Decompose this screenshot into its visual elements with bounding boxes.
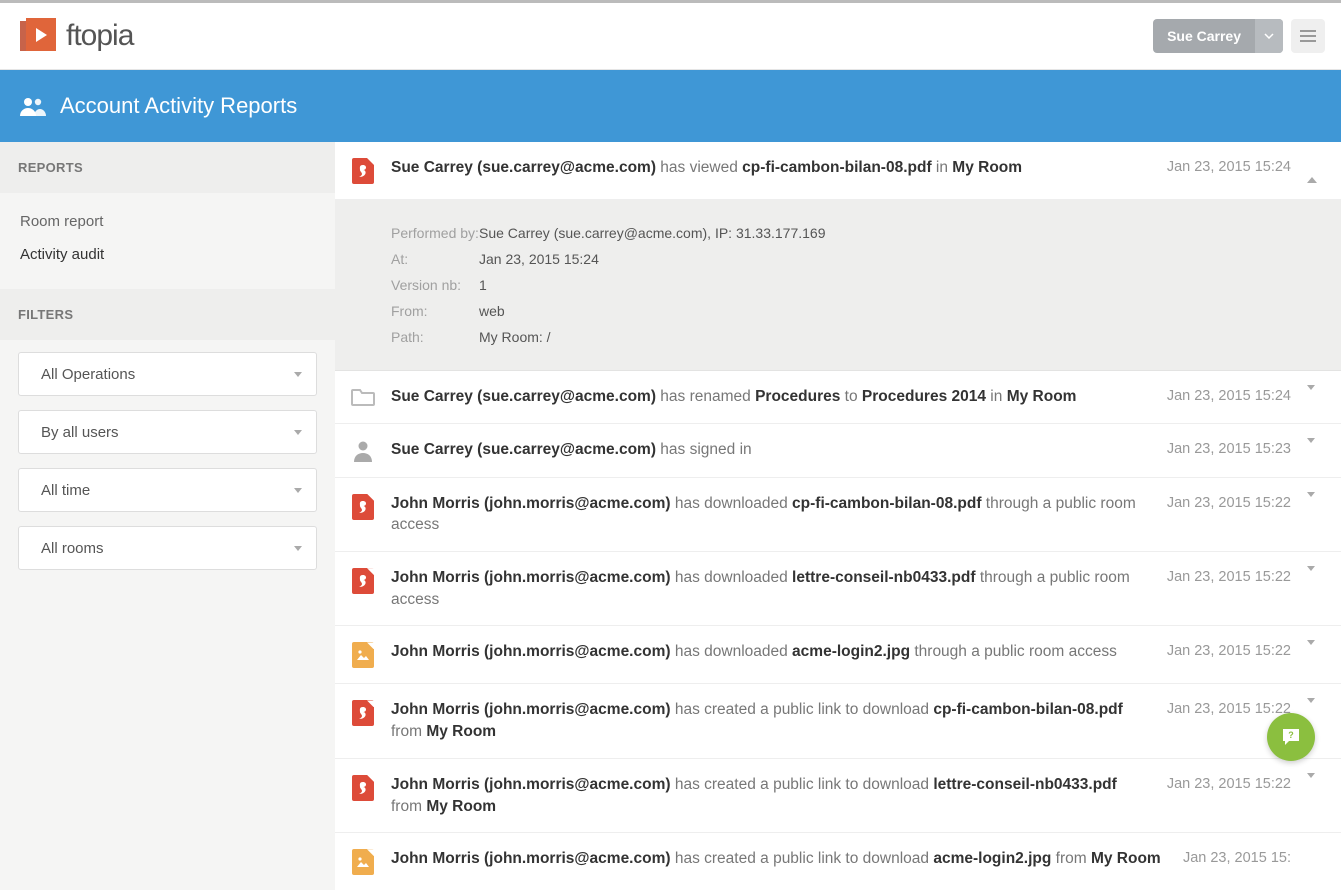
pdf-file-icon (352, 700, 374, 726)
activity-message: Sue Carrey (sue.carrey@acme.com) has vie… (391, 157, 1151, 179)
activity-message: Sue Carrey (sue.carrey@acme.com) has ren… (391, 386, 1151, 408)
detail-label: Performed by: (391, 225, 479, 241)
sidebar-reports-header: REPORTS (0, 142, 335, 193)
activity-details: Performed by:Sue Carrey (sue.carrey@acme… (335, 200, 1341, 371)
collapse-toggle[interactable] (1307, 157, 1321, 177)
activity-row[interactable]: John Morris (john.morris@acme.com) has c… (335, 684, 1341, 758)
expand-toggle[interactable] (1307, 699, 1321, 719)
activity-time: Jan 23, 2015 15:22 (1167, 493, 1291, 511)
pdf-file-icon (352, 775, 374, 801)
chevron-up-icon (1307, 161, 1317, 183)
logo-text: ftopia (66, 19, 133, 53)
chevron-down-icon (294, 430, 302, 435)
chevron-down-icon (1307, 773, 1315, 794)
menu-button[interactable] (1291, 19, 1325, 53)
detail-value: web (479, 303, 505, 319)
activity-row[interactable]: John Morris (john.morris@acme.com) has c… (335, 833, 1341, 890)
filter-rooms[interactable]: All rooms (18, 526, 317, 570)
sidebar-link-activity-audit[interactable]: Activity audit (0, 238, 335, 271)
chevron-down-icon (294, 546, 302, 551)
sidebar-filters-header: FILTERS (0, 289, 335, 340)
svg-text:?: ? (1288, 730, 1294, 740)
filter-operations[interactable]: All Operations (18, 352, 317, 396)
pdf-file-icon (352, 158, 374, 184)
expand-toggle[interactable] (1307, 774, 1321, 794)
chevron-down-icon (1307, 385, 1315, 406)
activity-row[interactable]: John Morris (john.morris@acme.com) has d… (335, 552, 1341, 626)
expand-toggle[interactable] (1307, 439, 1321, 459)
pdf-file-icon (352, 568, 374, 594)
activity-row[interactable]: Sue Carrey (sue.carrey@acme.com) has sig… (335, 424, 1341, 478)
user-name: Sue Carrey (1153, 28, 1255, 44)
chevron-down-icon (294, 372, 302, 377)
chat-icon: ? (1280, 726, 1302, 748)
expand-toggle[interactable] (1307, 641, 1321, 661)
detail-label: Version nb: (391, 277, 479, 293)
chevron-down-icon (1307, 492, 1315, 513)
chevron-down-icon (1307, 698, 1315, 719)
folder-icon (351, 387, 375, 407)
user-menu-button[interactable]: Sue Carrey (1153, 19, 1283, 53)
topbar: ftopia Sue Carrey (0, 0, 1341, 70)
chevron-down-icon (1307, 640, 1315, 661)
filter-operations-label: All Operations (41, 366, 135, 383)
detail-value: Jan 23, 2015 15:24 (479, 251, 599, 267)
sidebar: REPORTS Room report Activity audit FILTE… (0, 142, 335, 890)
activity-row[interactable]: Sue Carrey (sue.carrey@acme.com) has vie… (335, 142, 1341, 200)
activity-message: Sue Carrey (sue.carrey@acme.com) has sig… (391, 439, 1151, 461)
detail-value: 1 (479, 277, 487, 293)
sidebar-report-links: Room report Activity audit (0, 193, 335, 289)
person-icon (353, 440, 373, 462)
filter-users-label: By all users (41, 424, 119, 441)
activity-message: John Morris (john.morris@acme.com) has c… (391, 699, 1151, 742)
chevron-down-icon (1307, 566, 1315, 587)
filter-rooms-label: All rooms (41, 540, 104, 557)
filter-users[interactable]: By all users (18, 410, 317, 454)
activity-message: John Morris (john.morris@acme.com) has d… (391, 641, 1151, 663)
detail-value: Sue Carrey (sue.carrey@acme.com), IP: 31… (479, 225, 825, 241)
sidebar-link-room-report[interactable]: Room report (0, 205, 335, 238)
chevron-down-icon (294, 488, 302, 493)
pdf-file-icon (352, 494, 374, 520)
activity-message: John Morris (john.morris@acme.com) has c… (391, 774, 1151, 817)
activity-time: Jan 23, 2015 15:22 (1167, 699, 1291, 717)
image-file-icon (352, 642, 374, 668)
activity-time: Jan 23, 2015 15:22 (1167, 567, 1291, 585)
logo-icon (20, 18, 56, 54)
expand-toggle[interactable] (1307, 567, 1321, 587)
logo[interactable]: ftopia (20, 18, 133, 54)
filter-time[interactable]: All time (18, 468, 317, 512)
detail-label: Path: (391, 329, 479, 345)
activity-message: John Morris (john.morris@acme.com) has d… (391, 493, 1151, 536)
expand-toggle[interactable] (1307, 493, 1321, 513)
activity-time: Jan 23, 2015 15:23 (1167, 439, 1291, 457)
activity-row[interactable]: John Morris (john.morris@acme.com) has d… (335, 626, 1341, 684)
detail-value: My Room: / (479, 329, 551, 345)
activity-row[interactable]: Sue Carrey (sue.carrey@acme.com) has ren… (335, 371, 1341, 424)
page-title: Account Activity Reports (60, 93, 297, 119)
people-icon (20, 96, 46, 116)
activity-time: Jan 23, 2015 15:22 (1167, 641, 1291, 659)
activity-row[interactable]: John Morris (john.morris@acme.com) has c… (335, 759, 1341, 833)
image-file-icon (352, 849, 374, 875)
activity-time: Jan 23, 2015 15: (1183, 848, 1291, 866)
activity-message: John Morris (john.morris@acme.com) has c… (391, 848, 1167, 870)
activity-time: Jan 23, 2015 15:24 (1167, 157, 1291, 175)
help-button[interactable]: ? (1267, 713, 1315, 761)
activity-list: Sue Carrey (sue.carrey@acme.com) has vie… (335, 142, 1341, 890)
activity-time: Jan 23, 2015 15:24 (1167, 386, 1291, 404)
detail-label: From: (391, 303, 479, 319)
activity-message: John Morris (john.morris@acme.com) has d… (391, 567, 1151, 610)
page-banner: Account Activity Reports (0, 70, 1341, 142)
activity-row[interactable]: John Morris (john.morris@acme.com) has d… (335, 478, 1341, 552)
detail-label: At: (391, 251, 479, 267)
chevron-down-icon (1307, 438, 1315, 459)
filter-time-label: All time (41, 482, 90, 499)
expand-toggle[interactable] (1307, 386, 1321, 406)
hamburger-icon (1300, 30, 1316, 42)
expand-toggle[interactable] (1307, 848, 1321, 852)
chevron-down-icon (1255, 19, 1283, 53)
